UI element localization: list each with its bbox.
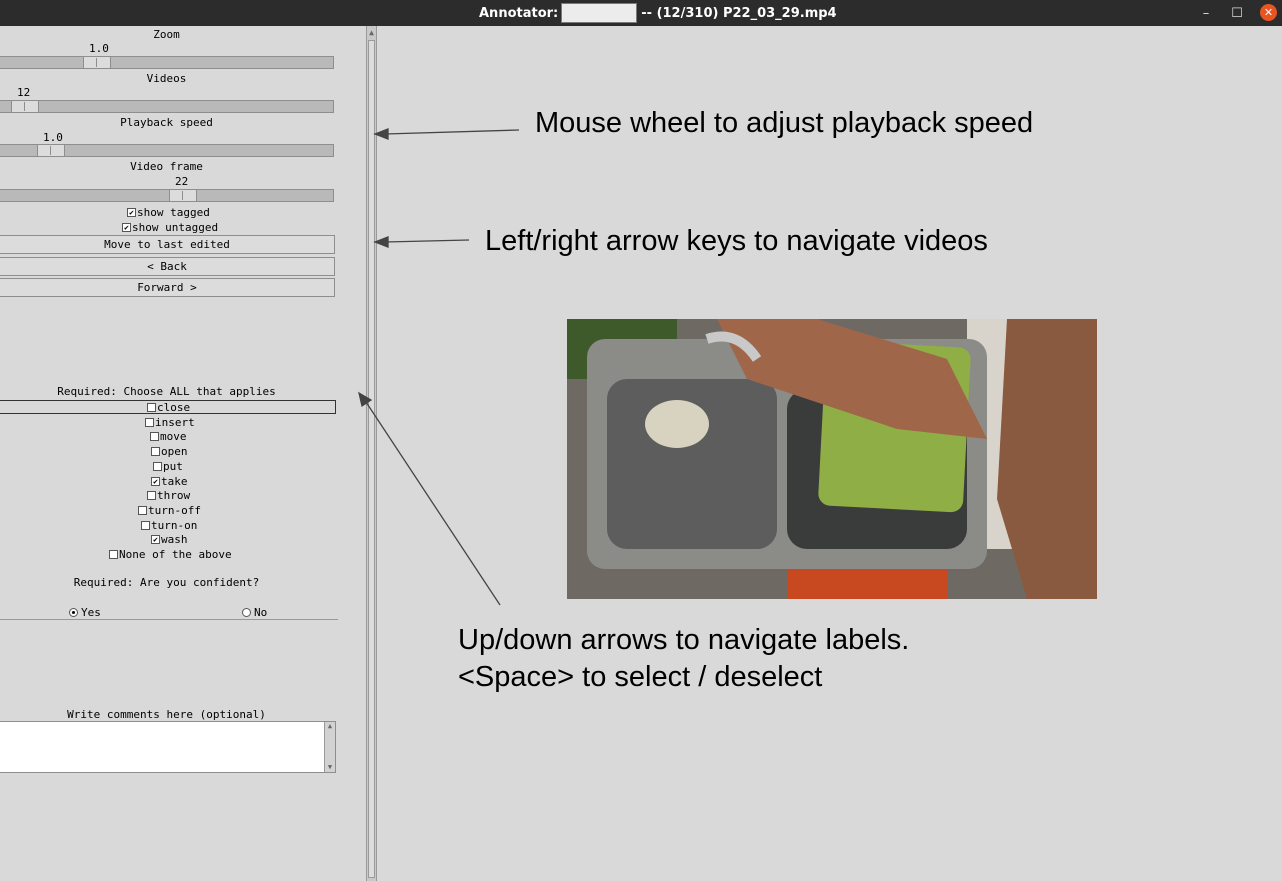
checkbox-box[interactable] [150,432,159,442]
video-title: -- (12/310) P22_03_29.mp4 [641,5,837,21]
label-option-take[interactable]: ✔ take [151,475,188,488]
arrow-mouse-wheel [384,129,520,135]
comments-textarea[interactable]: ▲ ▼ [0,721,336,773]
close-button[interactable]: ✕ [1260,4,1277,21]
label-option-text: turn-on [151,518,198,532]
maximize-icon: ☐ [1231,5,1243,21]
arrow-updown [365,401,501,606]
zoom-slider[interactable] [0,56,334,69]
zoom-value: 1.0 [89,42,109,55]
hint-updown-line2: <Space> to select / deselect [458,661,823,693]
minimize-icon: – [1202,5,1210,21]
label-option-none-of-the-above[interactable]: None of the above [109,548,232,561]
scrollbar-thumb[interactable] [368,40,375,878]
comments-scrollbar[interactable]: ▲ ▼ [324,722,335,772]
radio-circle[interactable] [242,608,251,617]
playback-speed-slider-handle[interactable] [37,144,65,157]
label-option-text: insert [155,415,195,429]
playback-speed-label: Playback speed [120,116,213,129]
label-option-text: take [161,474,188,488]
label-option-text: wash [161,533,188,547]
scroll-down-icon[interactable]: ▼ [325,763,335,772]
checkbox-box[interactable] [145,417,154,427]
maximize-button[interactable]: ☐ [1227,3,1247,23]
video-frame-image [567,319,1097,599]
confidence-no-label: No [254,606,268,619]
video-frame-label: Video frame [130,160,203,173]
playback-speed-value: 1.0 [43,131,63,144]
back-button[interactable]: < Back [0,257,335,276]
label-option-turn-off[interactable]: turn-off [138,504,201,517]
zoom-label: Zoom [153,28,180,41]
checkbox-box[interactable] [141,520,150,530]
checkbox-box[interactable] [153,461,162,471]
checkbox-box[interactable]: ✔ [151,535,160,545]
hint-mouse-wheel: Mouse wheel to adjust playback speed [535,107,1034,139]
confidence-yes-label: Yes [81,606,101,619]
label-option-insert[interactable]: insert [145,416,195,429]
labels-heading: Required: Choose ALL that applies [57,385,276,398]
show-untagged-checkbox[interactable]: ✔ show untagged [122,221,218,234]
video-frame-slider-handle[interactable] [169,189,197,202]
annotator-input[interactable] [561,3,638,23]
label-option-close[interactable]: close [147,401,190,414]
label-option-text: turn-off [148,503,201,517]
scroll-up-icon[interactable]: ▲ [367,28,376,38]
checkbox-box[interactable] [147,491,156,501]
checkbox-box[interactable] [147,403,156,412]
label-option-turn-on[interactable]: turn-on [141,519,197,532]
show-tagged-checkbox[interactable]: ✔ show tagged [127,206,210,219]
close-icon: ✕ [1263,6,1274,19]
playback-speed-slider[interactable] [0,144,334,157]
video-frame-slider[interactable] [0,189,334,202]
scroll-up-icon[interactable]: ▲ [325,722,335,731]
comments-heading: Write comments here (optional) [67,708,266,721]
label-option-put[interactable]: put [153,460,183,473]
panel-scrollbar[interactable]: ▲ [366,26,377,881]
confidence-heading: Required: Are you confident? [73,576,260,589]
label-option-text: close [157,401,191,414]
hint-updown-line1: Up/down arrows to navigate labels. [458,624,910,656]
show-untagged-label: show untagged [132,221,219,234]
window-title: Annotator: -- (12/310) P22_03_29.mp4 [479,0,837,26]
label-option-text: throw [157,489,191,503]
label-option-wash[interactable]: ✔ wash [151,533,188,546]
label-option-open[interactable]: open [151,445,188,458]
zoom-slider-handle[interactable] [83,56,111,69]
label-option-throw[interactable]: throw [147,489,190,502]
checkbox-box[interactable]: ✔ [122,223,131,232]
video-player[interactable] [567,319,1097,599]
arrow-arrow-keys [384,239,470,243]
confidence-no-radio[interactable]: No [242,606,267,619]
checkbox-box[interactable] [138,505,147,515]
control-panel: Zoom 1.0 Videos 12 Playback speed 1.0 Vi… [0,26,338,881]
hint-arrow-keys: Left/right arrow keys to navigate videos [485,225,988,257]
forward-button[interactable]: Forward > [0,278,335,297]
confidence-yes-radio[interactable]: Yes [69,606,101,619]
videos-label: Videos [146,72,187,85]
video-frame-value: 22 [175,175,189,188]
move-to-last-edited-button[interactable]: Move to last edited [0,235,335,254]
label-option-text: put [163,459,183,473]
checkbox-box[interactable] [151,447,160,457]
videos-value: 12 [17,86,31,99]
label-option-text: move [160,430,187,444]
divider [0,619,338,620]
checkbox-box[interactable]: ✔ [151,476,160,486]
radio-circle[interactable] [69,608,78,617]
videos-slider[interactable] [0,100,334,113]
label-option-text: open [161,445,188,459]
checkbox-box[interactable]: ✔ [127,208,136,217]
checkbox-box[interactable] [109,550,118,559]
videos-slider-handle[interactable] [11,100,39,113]
label-option-text: None of the above [119,548,232,561]
title-bar: Annotator: -- (12/310) P22_03_29.mp4 – ☐… [0,0,1282,26]
label-option-move[interactable]: move [150,430,187,443]
annotator-label: Annotator: [479,5,559,21]
minimize-button[interactable]: – [1196,3,1216,23]
show-tagged-label: show tagged [137,206,210,219]
